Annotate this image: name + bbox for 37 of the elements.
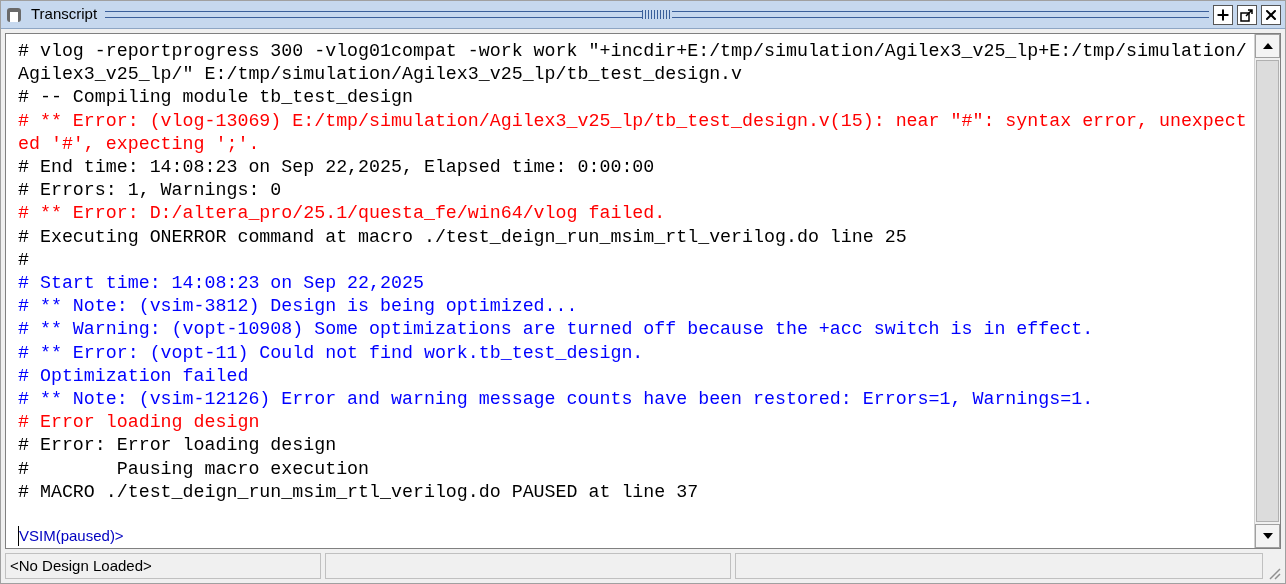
transcript-line: # Error: Error loading design [18, 434, 338, 458]
transcript-line: # Executing ONERROR command at macro ./test_deign_run_msim_rtl_verilog.do line 25 [18, 225, 908, 249]
transcript-line: # vlog -reportprogress 300 -vlog01compat -work work "+incdir+E:/tmp/simulation/Agilex3_v25_lp+E:/tmp/simulation/ [18, 40, 1248, 63]
transcript-line: # [18, 248, 30, 272]
transcript-line: # ** Warning: (vopt-10908) Some optimizations are turned off because the +acc switch is in effect. [18, 318, 1095, 342]
down-arrow-icon [1262, 533, 1273, 539]
transcript-line: ed '#', expecting ';'. [18, 132, 261, 156]
undock-icon [1240, 7, 1254, 22]
window-icon [5, 5, 23, 24]
transcript-line: Agilex3_v25_lp/" E:/tmp/simulation/Agilex3_v25_lp/tb_test_design.v [18, 63, 744, 87]
scroll-down-button[interactable] [1255, 524, 1280, 548]
transcript-line: # Start time: 14:08:23 on Sep 22,2025 [18, 272, 425, 296]
transcript-line: # ** Note: (vsim-3812) Design is being optimized... [18, 295, 579, 319]
transcript-line: # -- Compiling module tb_test_design [18, 86, 414, 110]
transcript-line: # End time: 14:08:23 on Sep 22,2025, Elapsed time: 0:00:00 [18, 156, 656, 179]
add-button[interactable] [1213, 4, 1233, 25]
transcript-line: # MACRO ./test_deign_run_msim_rtl_verilog.do PAUSED at line 37 [18, 480, 700, 504]
transcript-line: # Error loading design [18, 411, 261, 435]
status-panel: <No Design Loaded> [5, 553, 321, 579]
window-title: Transcript [30, 4, 99, 25]
transcript-line: # ** Error: D:/altera_pro/25.1/questa_fe/win64/vlog failed. [18, 202, 667, 226]
up-arrow-icon [1262, 43, 1273, 49]
transcript-line: # ** Error: (vlog-13069) E:/tmp/simulation/Agilex3_v25_lp/tb_test_design.v(15): near "#": syntax error, unexpect [18, 109, 1248, 133]
plus-icon [1215, 6, 1231, 23]
scroll-thumb[interactable] [1256, 60, 1279, 522]
grip-drawing[interactable] [105, 10, 1209, 19]
resize-grip-icon[interactable] [1267, 566, 1281, 580]
command-prompt[interactable]: VSIM(paused)> [18, 526, 124, 547]
transcript-line: # Pausing macro execution [18, 457, 371, 481]
transcript-line: # Errors: 1, Warnings: 0 [18, 179, 283, 203]
transcript-line: # ** Error: (vopt-11) Could not find work.tb_test_design. [18, 341, 645, 365]
scrollbar[interactable] [1254, 34, 1280, 548]
undock-button[interactable] [1237, 4, 1257, 25]
close-button[interactable] [1261, 4, 1281, 25]
transcript-line: # ** Note: (vsim-12126) Error and warning message counts have been restored: Errors=1, Warnings=1. [18, 388, 1095, 412]
transcript-line: # Optimization failed [18, 364, 250, 388]
scroll-up-button[interactable] [1255, 34, 1280, 58]
